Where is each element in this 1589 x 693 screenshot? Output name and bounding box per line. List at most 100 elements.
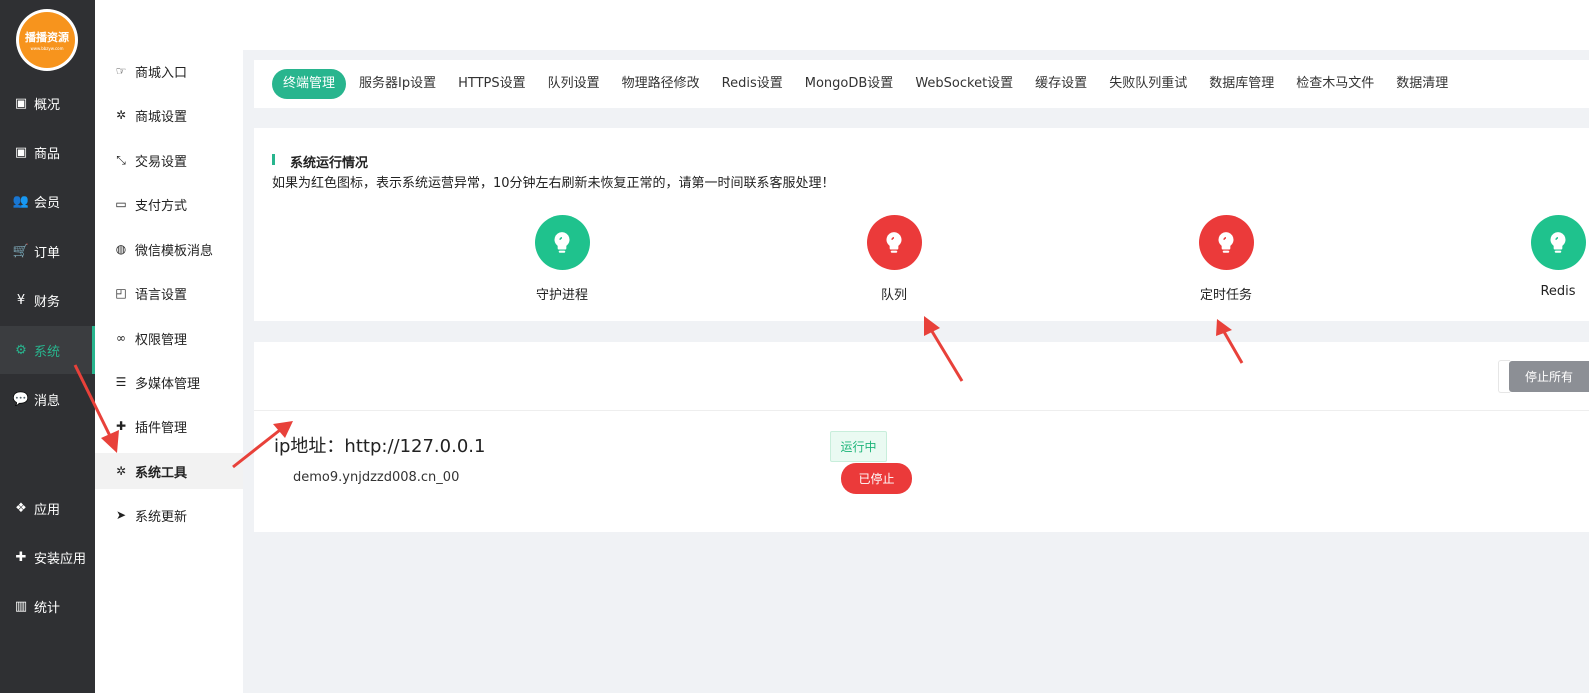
tools-tab-bar: 终端管理 服务器Ip设置 HTTPS设置 队列设置 物理路径修改 Redis设置 Mongo… [254,60,1589,108]
sidebar-item-label: 统计 [34,600,61,616]
tab-11[interactable]: 检查木马文件 [1285,69,1385,99]
status-item-2: 定时任务 [1171,215,1281,303]
puzzle-icon: ✚ [15,549,27,565]
system-subnav: ☞ 商城入口 ✲ 商城设置 ⤡ 交易设置 ▭ 支付方式 ◍ 微信模板消息 ◰ 语言设置 ∞ 权限管理 ☰ 多媒… [95,50,243,693]
subnav-item-9[interactable]: ✲ 系统工具 [95,453,243,489]
sidebar-item-8[interactable]: ✚ 安装应用 [0,533,95,581]
logo-text: 播播资源 [25,31,69,44]
sidebar-item-label: 概况 [34,97,61,113]
tab-12[interactable]: 数据清理 [1385,69,1459,99]
subnav-item-label: 商城入口 [135,65,188,81]
compress-icon: ⤡ [116,152,126,167]
subnav-item-label: 语言设置 [135,287,188,303]
sidebar-item-1[interactable]: ▣ 商品 [0,128,95,176]
yen-icon: ¥ [16,292,26,308]
sidebar-item-7[interactable]: ❖ 应用 [0,484,95,532]
mask-icon: ∞ [116,331,126,345]
gear-icon: ✲ [115,108,127,122]
tab-10[interactable]: 数据库管理 [1198,69,1285,99]
subnav-item-0[interactable]: ☞ 商城入口 [95,53,243,89]
lightbulb-icon [534,215,590,270]
sidebar-item-4[interactable]: ¥ 财务 [0,276,95,324]
tab-7[interactable]: WebSocket设置 [904,69,1024,99]
sidebar-item-5[interactable]: ⚙ 系统 [0,326,95,374]
annotation-arrow-cron-head [1216,319,1232,336]
status-item-0: 守护进程 [507,215,617,303]
subnav-item-8[interactable]: ✚ 插件管理 [95,408,243,444]
status-label: 守护进程 [535,288,588,303]
subnav-item-7[interactable]: ☰ 多媒体管理 [95,364,243,400]
sidebar-item-label: 会员 [34,195,61,211]
chat-icon: 💬 [12,391,30,407]
logo-badge: 播播资源 www.bbzyw.com [19,12,75,68]
subnav-item-10[interactable]: ➤ 系统更新 [95,497,243,533]
tab-4[interactable]: 物理路径修改 [611,69,711,99]
subnav-item-label: 插件管理 [135,420,188,436]
credit-card-icon: ▭ [115,197,127,211]
divider [254,410,1589,411]
tab-0[interactable]: 终端管理 [272,69,347,99]
list-icon: ☰ [115,375,127,389]
tab-3[interactable]: 队列设置 [537,69,611,99]
tab-6[interactable]: MongoDB设置 [794,69,905,99]
system-status-card: 系统运行情况 如果为红色图标，表示系统运营异常，10分钟左右刷新未恢复正常的，请… [254,128,1589,321]
subnav-item-label: 权限管理 [135,332,188,348]
subnav-item-label: 系统更新 [135,509,188,525]
sidebar-item-label: 安装应用 [34,551,87,567]
bar-chart-icon: ▥ [14,598,28,614]
tab-2[interactable]: HTTPS设置 [447,69,537,99]
subnav-item-label: 交易设置 [135,154,188,170]
sidebar-item-label: 商品 [34,146,61,162]
tab-9[interactable]: 失败队列重试 [1098,69,1198,99]
ip-address: ip地址：http://127.0.0.1 [274,436,486,457]
subnav-item-label: 多媒体管理 [135,376,201,392]
running-status-badge: 运行中 [830,431,887,462]
sidebar-item-label: 财务 [34,294,61,310]
logo-subtext: www.bbzyw.com [30,46,64,51]
terminal-card: 停止所有 ip地址：http://127.0.0.1 demo9.ynjdzzd… [254,342,1589,532]
status-label: 队列 [880,288,907,303]
lightbulb-icon [1530,215,1586,270]
tab-1[interactable]: 服务器Ip设置 [348,69,447,99]
status-card-description: 如果为红色图标，表示系统运营异常，10分钟左右刷新未恢复正常的，请第一时间联系客… [272,176,835,191]
subnav-item-2[interactable]: ⤡ 交易设置 [95,142,243,178]
users-icon: 👥 [12,193,30,209]
logo[interactable]: 播播资源 www.bbzyw.com [16,9,78,71]
sidebar-item-label: 系统 [34,344,61,360]
subnav-item-label: 微信模板消息 [135,243,214,259]
status-item-3: Redis [1503,215,1589,299]
subnav-item-1[interactable]: ✲ 商城设置 [95,97,243,133]
stopped-button[interactable]: 已停止 [841,463,912,494]
tab-5[interactable]: Redis设置 [711,69,794,99]
sidebar-item-6[interactable]: 💬 消息 [0,375,95,423]
tab-8[interactable]: 缓存设置 [1024,69,1098,99]
gear-icon: ✲ [115,464,127,478]
subnav-item-4[interactable]: ◍ 微信模板消息 [95,231,243,267]
subnav-item-5[interactable]: ◰ 语言设置 [95,275,243,311]
cart-icon: 🛒 [12,243,30,259]
paper-plane-icon: ➤ [115,508,127,522]
subnav-item-label: 商城设置 [135,109,188,125]
host-name: demo9.ynjdzzd008.cn_00 [293,470,460,485]
sidebar-item-9[interactable]: ▥ 统计 [0,582,95,630]
sidebar-item-0[interactable]: ▣ 概况 [0,79,95,127]
subnav-item-3[interactable]: ▭ 支付方式 [95,186,243,222]
hand-pointer-icon: ☞ [115,64,127,78]
wechat-icon: ◍ [115,242,127,256]
stop-all-button[interactable]: 停止所有 [1509,361,1589,392]
subnav-item-label: 支付方式 [135,198,188,214]
status-label: 定时任务 [1199,288,1252,303]
top-bar [95,0,1589,50]
sidebar-item-2[interactable]: 👥 会员 [0,177,95,225]
cubes-icon: ❖ [15,500,27,516]
translate-icon: ◰ [115,286,127,300]
subnav-item-6[interactable]: ∞ 权限管理 [95,320,243,356]
status-card-title: 系统运行情况 [272,152,368,171]
sidebar-item-3[interactable]: 🛒 订单 [0,227,95,275]
status-label: Redis [1540,284,1576,299]
gears-icon: ⚙ [15,342,27,358]
sidebar-item-label: 消息 [34,393,61,409]
subnav-item-label: 系统工具 [135,465,188,481]
sidebar-item-label: 应用 [34,502,61,518]
sidebar-item-label: 订单 [34,245,61,261]
